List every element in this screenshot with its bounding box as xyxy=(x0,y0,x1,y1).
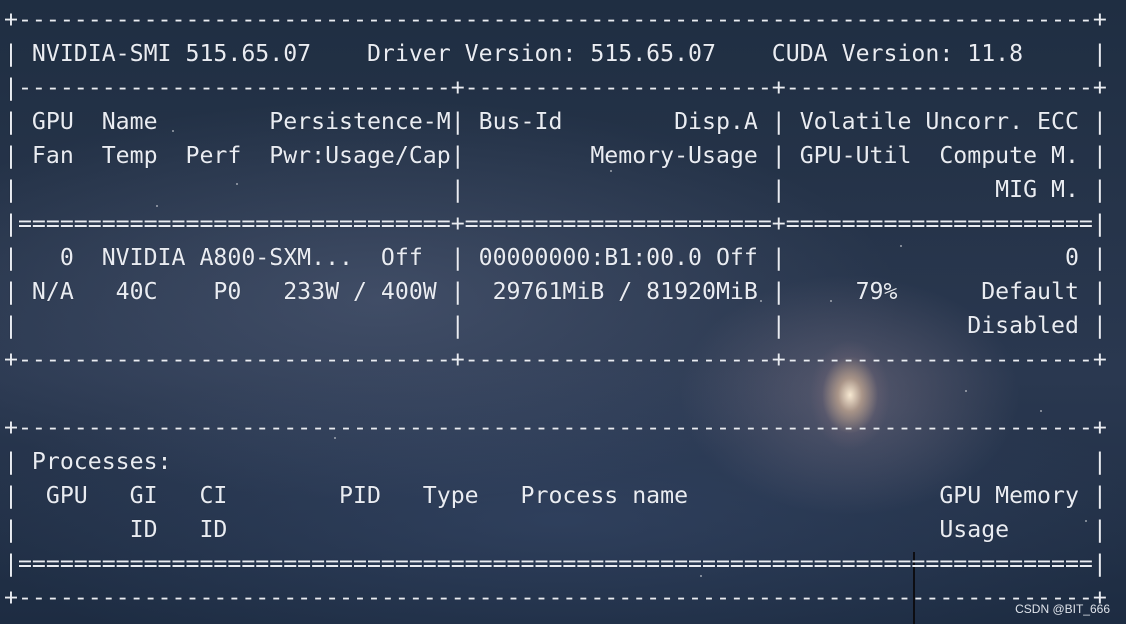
terminal-output: +---------------------------------------… xyxy=(0,0,1107,615)
terminal-line: |=======================================… xyxy=(4,550,1107,577)
watermark: CSDN @BIT_666 xyxy=(1015,602,1110,616)
terminal-line: | 0 NVIDIA A800-SXM... Off | 00000000:B1… xyxy=(4,244,1107,271)
terminal-line: +---------------------------------------… xyxy=(4,584,1107,611)
terminal-line: | | | MIG M. | xyxy=(4,176,1107,203)
terminal-line: | | | Disabled | xyxy=(4,312,1107,339)
terminal-line: |-------------------------------+-------… xyxy=(4,74,1107,101)
terminal-line: +-------------------------------+-------… xyxy=(4,346,1107,373)
terminal-line: +---------------------------------------… xyxy=(4,6,1107,33)
terminal-line: | GPU Name Persistence-M| Bus-Id Disp.A … xyxy=(4,108,1107,135)
terminal-line: | ID ID Usage | xyxy=(4,516,1107,543)
terminal-line: | GPU GI CI PID Type Process name GPU Me… xyxy=(4,482,1107,509)
terminal-line: |===============================+=======… xyxy=(4,210,1107,237)
terminal-line: | Fan Temp Perf Pwr:Usage/Cap| Memory-Us… xyxy=(4,142,1107,169)
terminal-line: +---------------------------------------… xyxy=(4,414,1107,441)
terminal-line: | N/A 40C P0 233W / 400W | 29761MiB / 81… xyxy=(4,278,1107,305)
terminal-line: | NVIDIA-SMI 515.65.07 Driver Version: 5… xyxy=(4,40,1107,67)
terminal-line: | Processes: | xyxy=(4,448,1107,475)
